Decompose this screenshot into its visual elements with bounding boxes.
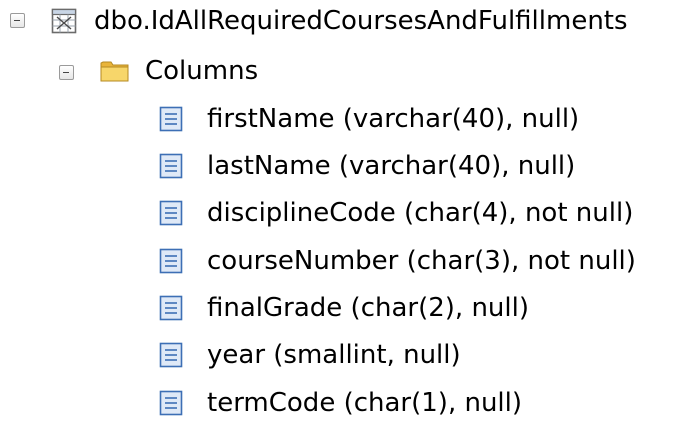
column-icon bbox=[159, 153, 183, 179]
column-label: courseNumber (char(3), not null) bbox=[207, 246, 636, 276]
column-icon bbox=[159, 390, 183, 416]
column-icon bbox=[159, 295, 183, 321]
column-label: disciplineCode (char(4), not null) bbox=[207, 198, 634, 228]
folder-icon bbox=[100, 59, 130, 83]
collapse-toggle-icon[interactable] bbox=[59, 65, 74, 80]
column-node[interactable]: termCode (char(1), null) bbox=[0, 382, 697, 424]
column-label: lastName (varchar(40), null) bbox=[207, 151, 576, 181]
column-label: finalGrade (char(2), null) bbox=[207, 293, 529, 323]
view-table-icon bbox=[51, 8, 77, 34]
object-explorer-tree: dbo.IdAllRequiredCoursesAndFulfillments … bbox=[0, 0, 697, 425]
column-node[interactable]: year (smallint, null) bbox=[0, 334, 697, 376]
column-label: year (smallint, null) bbox=[207, 340, 461, 370]
columns-folder-label: Columns bbox=[145, 56, 259, 86]
column-icon bbox=[159, 248, 183, 274]
column-icon bbox=[159, 106, 183, 132]
columns-folder-node[interactable]: Columns bbox=[0, 50, 697, 92]
column-node[interactable]: firstName (varchar(40), null) bbox=[0, 98, 697, 140]
column-label: termCode (char(1), null) bbox=[207, 388, 523, 418]
column-icon bbox=[159, 200, 183, 226]
view-node-label: dbo.IdAllRequiredCoursesAndFulfillments bbox=[94, 6, 628, 36]
collapse-toggle-icon[interactable] bbox=[10, 13, 25, 28]
column-node[interactable]: courseNumber (char(3), not null) bbox=[0, 240, 697, 282]
column-icon bbox=[159, 342, 183, 368]
column-node[interactable]: finalGrade (char(2), null) bbox=[0, 287, 697, 329]
column-label: firstName (varchar(40), null) bbox=[207, 104, 580, 134]
column-node[interactable]: disciplineCode (char(4), not null) bbox=[0, 192, 697, 234]
view-node[interactable]: dbo.IdAllRequiredCoursesAndFulfillments bbox=[0, 0, 697, 42]
column-node[interactable]: lastName (varchar(40), null) bbox=[0, 145, 697, 187]
